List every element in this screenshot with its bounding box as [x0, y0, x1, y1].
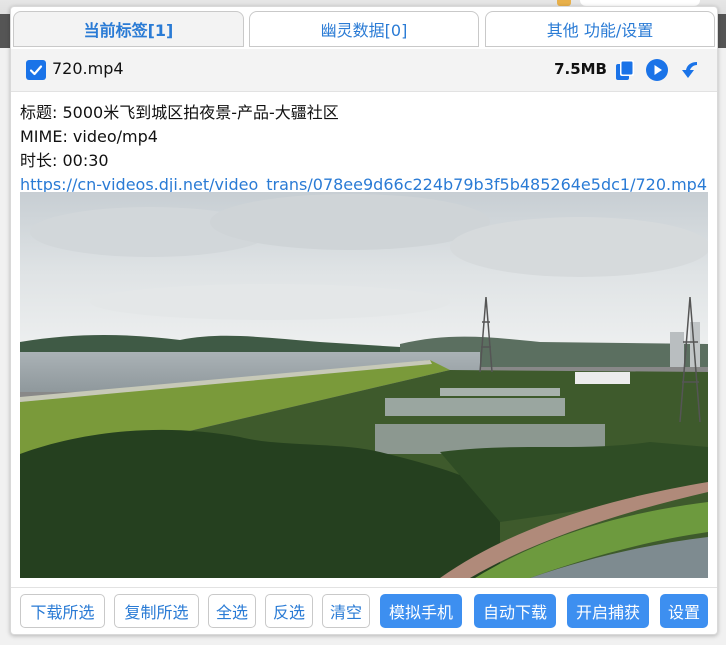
invert-selection-button[interactable]: 反选 — [265, 594, 313, 628]
download-selected-button[interactable]: 下载所选 — [20, 594, 105, 628]
media-info: 标题: 5000米飞到城区拍夜景-产品-大疆社区 MIME: video/mp4… — [20, 101, 710, 197]
media-item-header: 720.mp4 7.5MB — [11, 49, 717, 92]
action-bar: 下载所选 复制所选 全选 反选 清空 模拟手机 自动下载 开启捕获 设置 — [11, 587, 717, 635]
item-checkbox[interactable] — [26, 60, 46, 80]
tab-bar: 当前标签[1] 幽灵数据[0] 其他 功能/设置 — [11, 7, 717, 47]
item-filesize: 7.5MB — [554, 60, 607, 78]
copy-selected-button[interactable]: 复制所选 — [114, 594, 199, 628]
auto-download-button[interactable]: 自动下载 — [474, 594, 556, 628]
select-all-button[interactable]: 全选 — [208, 594, 256, 628]
tab-current[interactable]: 当前标签[1] — [13, 11, 244, 47]
page-edge-left — [0, 14, 10, 48]
media-title: 标题: 5000米飞到城区拍夜景-产品-大疆社区 — [20, 103, 339, 122]
download-icon[interactable] — [677, 58, 701, 82]
tab-ghost-data[interactable]: 幽灵数据[0] — [249, 11, 479, 47]
video-preview[interactable] — [20, 192, 708, 578]
media-duration: 时长: 00:30 — [20, 151, 109, 170]
copy-icon[interactable] — [613, 58, 637, 82]
simulate-phone-button[interactable]: 模拟手机 — [380, 594, 462, 628]
play-icon[interactable] — [645, 58, 669, 82]
extension-popup: 当前标签[1] 幽灵数据[0] 其他 功能/设置 720.mp4 7.5MB 标… — [10, 6, 718, 635]
clear-button[interactable]: 清空 — [322, 594, 370, 628]
start-capture-button[interactable]: 开启捕获 — [567, 594, 649, 628]
check-icon — [29, 65, 43, 76]
item-filename: 720.mp4 — [52, 59, 124, 78]
media-mime: MIME: video/mp4 — [20, 127, 158, 146]
settings-button[interactable]: 设置 — [660, 594, 708, 628]
tab-other-settings[interactable]: 其他 功能/设置 — [485, 11, 715, 47]
video-frame-image — [20, 192, 708, 578]
